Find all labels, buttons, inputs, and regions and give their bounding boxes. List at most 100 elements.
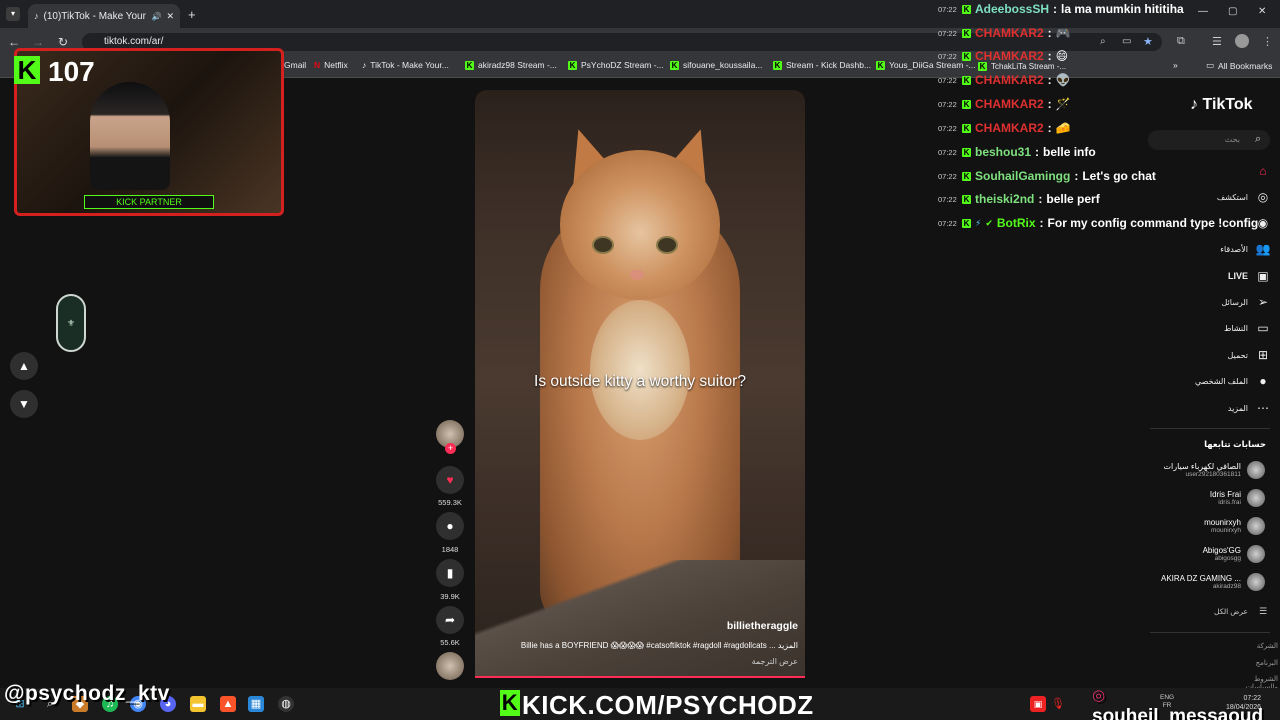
comment-button[interactable]: ● xyxy=(436,512,464,540)
chat-time: 07:22 xyxy=(938,75,957,85)
clock-date: 18/04/2026 xyxy=(1226,704,1262,711)
nav-upload[interactable]: تحميل ⊞ xyxy=(1150,348,1270,362)
kick-icon: K xyxy=(962,75,971,85)
nav-profile[interactable]: الملف الشخصي ● xyxy=(1150,374,1270,388)
browser-menu-icon[interactable]: ⋮ xyxy=(1262,35,1273,48)
sidebar-divider xyxy=(1150,632,1270,633)
nav-messages[interactable]: الرسائل ➢ xyxy=(1150,295,1270,309)
video-author[interactable]: billietheraggle xyxy=(600,620,798,632)
account-handle: user292180361811 xyxy=(1185,471,1241,478)
microphone-icon[interactable]: 🎙 xyxy=(1050,696,1066,712)
friends-icon: 👥 xyxy=(1255,242,1271,256)
cat-nose xyxy=(630,270,644,280)
bookmark-tchaklita[interactable]: K TchakLiTa Stream -... xyxy=(978,62,1066,71)
bookmarks-overflow-icon[interactable]: » xyxy=(1173,60,1178,70)
like-button[interactable]: ♥ xyxy=(436,466,464,494)
close-window-button[interactable]: ✕ xyxy=(1258,6,1266,17)
footer-link[interactable]: الشركة xyxy=(1230,642,1278,650)
nav-activity[interactable]: النشاط ▭ xyxy=(1150,321,1270,335)
next-video-button[interactable]: ▼ xyxy=(10,390,38,418)
chat-username: CHAMKAR2 xyxy=(975,121,1044,135)
all-bookmarks-label: All Bookmarks xyxy=(1218,60,1273,71)
nav-explore[interactable]: استكشف ◎ xyxy=(1150,190,1270,204)
nav-home[interactable]: ⌂ xyxy=(1150,164,1270,178)
photos-icon[interactable]: ▦ xyxy=(248,696,264,712)
nav-more[interactable]: المزيد ⋯ xyxy=(1150,401,1270,415)
bookmark-sifouane[interactable]: Ksifouane_koussaila... xyxy=(670,60,762,70)
language-indicator[interactable]: ENG FR xyxy=(1160,694,1174,710)
following-account[interactable]: الصافي لكهرباء سيارات user292180361811 xyxy=(1120,461,1265,479)
tiktok-logo[interactable]: ♪ TikTok xyxy=(1190,96,1253,114)
bookmark-netflix[interactable]: N Netflix xyxy=(314,60,348,70)
following-account[interactable]: mounirxyh mounirxyh xyxy=(1120,517,1265,535)
avatar xyxy=(1247,489,1265,507)
bookmark-label: akiradz98 Stream -... xyxy=(478,60,557,70)
following-title: حسابات تتابعها xyxy=(1204,439,1266,449)
profile-avatar[interactable] xyxy=(1235,34,1249,48)
bookmark-gmail[interactable]: Gmail xyxy=(284,60,306,70)
browser-tab-tiktok[interactable]: ♪ (10)TikTok - Make Your Day 🔊 ✕ xyxy=(28,4,180,28)
close-tab-icon[interactable]: ✕ xyxy=(166,11,174,22)
save-button[interactable]: ▮ xyxy=(436,559,464,587)
search-icon[interactable]: ⌕ xyxy=(1255,133,1261,146)
video-progress-bar[interactable] xyxy=(475,676,805,678)
explore-icon: ◎ xyxy=(1257,190,1269,204)
following-account[interactable]: Idris Frai idris.frai xyxy=(1120,489,1265,507)
video-caption: Is outside kitty a worthy suitor? xyxy=(534,373,746,390)
maximize-button[interactable]: ▢ xyxy=(1228,6,1237,17)
tab-search-button[interactable]: ▾ xyxy=(6,7,20,21)
obs-icon[interactable]: ◍ xyxy=(278,696,294,712)
extensions-icon[interactable]: ⧉ xyxy=(1177,35,1185,48)
see-all-link[interactable]: عرض الكل ☰ xyxy=(1150,604,1270,618)
previous-video-button[interactable]: ▲ xyxy=(10,352,38,380)
avatar xyxy=(1247,461,1265,479)
avatar xyxy=(1247,517,1265,535)
tiktok-logo-text: TikTok xyxy=(1202,96,1253,113)
chat-text: belle perf xyxy=(1046,192,1100,206)
heart-icon: ♥ xyxy=(446,473,454,487)
share-count: 55.6K xyxy=(440,638,460,647)
reading-list-icon[interactable]: ☰ xyxy=(1212,35,1222,48)
file-explorer-icon[interactable]: ▬ xyxy=(190,696,206,712)
nav-following[interactable]: ◉ xyxy=(1150,216,1270,230)
nav-live[interactable]: LIVE ▣ xyxy=(1150,269,1270,283)
share-button[interactable]: ➦ xyxy=(436,606,464,634)
nav-label: الملف الشخصي xyxy=(1194,376,1248,386)
bookmark-kick-dashboard[interactable]: K Stream - Kick Dashb... xyxy=(773,60,871,70)
account-handle: idris.frai xyxy=(1218,499,1241,506)
bookmark-psychodz[interactable]: K PsYchoDZ Stream -... xyxy=(568,60,664,70)
bookmark-star-icon[interactable]: ★ xyxy=(1143,35,1153,48)
tray-app-icon[interactable]: ▣ xyxy=(1030,696,1046,712)
sound-disc[interactable] xyxy=(436,652,464,680)
speaker-icon[interactable]: 🔊 xyxy=(151,12,161,21)
nav-label: تحميل xyxy=(1227,350,1249,360)
see-translation-link[interactable]: عرض الترجمة xyxy=(600,657,798,666)
reload-icon[interactable]: ↻ xyxy=(58,35,68,49)
following-account[interactable]: Abigos'GG abigosgg xyxy=(1120,545,1265,563)
brave-icon[interactable]: ▲ xyxy=(220,696,236,712)
nav-friends[interactable]: الأصدقاء 👥 xyxy=(1150,242,1270,256)
kick-channel-url: K KICK.COM/PSYCHODZ xyxy=(500,690,814,720)
search-input[interactable]: بحث xyxy=(1148,130,1270,150)
follow-plus-icon[interactable]: + xyxy=(445,443,456,454)
chat-username: CHAMKAR2 xyxy=(975,49,1044,63)
bookmark-tiktok[interactable]: ♪ TikTok - Make Your... xyxy=(362,60,449,70)
viewer-count: 107 xyxy=(48,56,95,87)
forward-icon[interactable]: → xyxy=(32,35,44,49)
chat-text: Let's go chat xyxy=(1082,169,1156,183)
taskbar-clock[interactable]: 07:22 18/04/2026 xyxy=(1226,694,1261,712)
footer-link[interactable]: البرنامج xyxy=(1230,659,1278,667)
all-bookmarks-button[interactable]: ▭ All Bookmarks xyxy=(1206,60,1272,71)
bookmark-label: sifouane_koussaila... xyxy=(683,60,763,70)
chat-message: 07:22 K AdeebossSH: la ma mumkin hititiha xyxy=(938,2,1184,16)
zoom-icon[interactable]: ⌕ xyxy=(1100,36,1106,47)
account-handle: mounirxyh xyxy=(1211,527,1241,534)
nav-label: LIVE xyxy=(1227,271,1248,281)
back-icon[interactable]: ← xyxy=(8,35,20,49)
cast-icon[interactable]: ▭ xyxy=(1122,36,1131,47)
chat-emote: 🧀 xyxy=(1055,121,1071,135)
following-account[interactable]: AKIRA DZ GAMING ... akiradz98 xyxy=(1120,573,1265,591)
minimize-button[interactable]: — xyxy=(1198,6,1208,17)
bookmark-akiradz98[interactable]: Kakiradz98 Stream -... xyxy=(465,60,557,70)
new-tab-button[interactable]: + xyxy=(188,7,196,22)
